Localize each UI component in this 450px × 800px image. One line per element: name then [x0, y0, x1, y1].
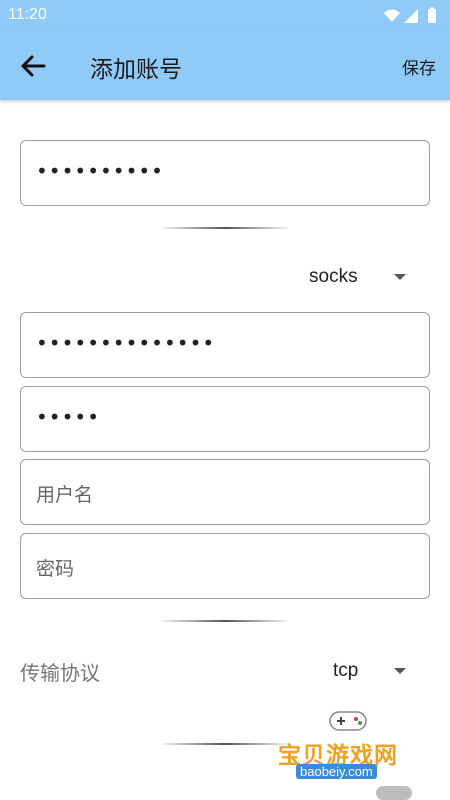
host-field[interactable]: ••••••••••••••	[20, 312, 430, 378]
proxy-type-dropdown[interactable]: socks	[309, 260, 419, 296]
protocol-label: 传输协议	[20, 661, 100, 685]
wifi-icon	[384, 9, 400, 22]
save-button[interactable]: 保存	[402, 54, 436, 79]
toggle-switch[interactable]	[376, 786, 412, 800]
server-field[interactable]: ••••••••••	[20, 140, 430, 206]
status-bar: 11:20	[0, 0, 450, 32]
app-bar: 添加账号 保存	[0, 32, 450, 100]
password-field[interactable]: 密码	[20, 533, 430, 599]
watermark-url: baobeiy.com	[296, 764, 377, 779]
username-placeholder: 用户名	[36, 484, 94, 506]
protocol-selected: tcp	[333, 660, 359, 681]
port-field[interactable]: •••••	[20, 386, 430, 452]
username-field[interactable]: 用户名	[20, 459, 430, 525]
status-time: 11:20	[8, 6, 47, 23]
page-title: 添加账号	[90, 57, 182, 83]
proxy-type-selected: socks	[309, 266, 358, 287]
server-field-value: ••••••••••	[36, 159, 164, 183]
watermark: 宝贝游戏网 baobeiy.com	[270, 706, 430, 796]
section-divider	[162, 743, 288, 745]
dropdown-arrow-icon	[394, 274, 406, 280]
dropdown-arrow-icon	[394, 668, 406, 674]
back-button[interactable]	[18, 52, 50, 80]
signal-icon	[404, 9, 418, 23]
battery-icon	[428, 7, 436, 23]
gamepad-icon	[329, 711, 367, 731]
arrow-back-icon	[21, 55, 46, 77]
status-icons	[384, 7, 436, 23]
port-field-value: •••••	[36, 405, 100, 429]
section-divider	[162, 227, 288, 229]
host-field-value: ••••••••••••••	[36, 331, 216, 355]
password-placeholder: 密码	[36, 558, 75, 580]
watermark-text: 宝贝游戏网	[278, 743, 398, 769]
protocol-dropdown[interactable]: tcp	[333, 654, 419, 690]
section-divider	[162, 620, 288, 622]
